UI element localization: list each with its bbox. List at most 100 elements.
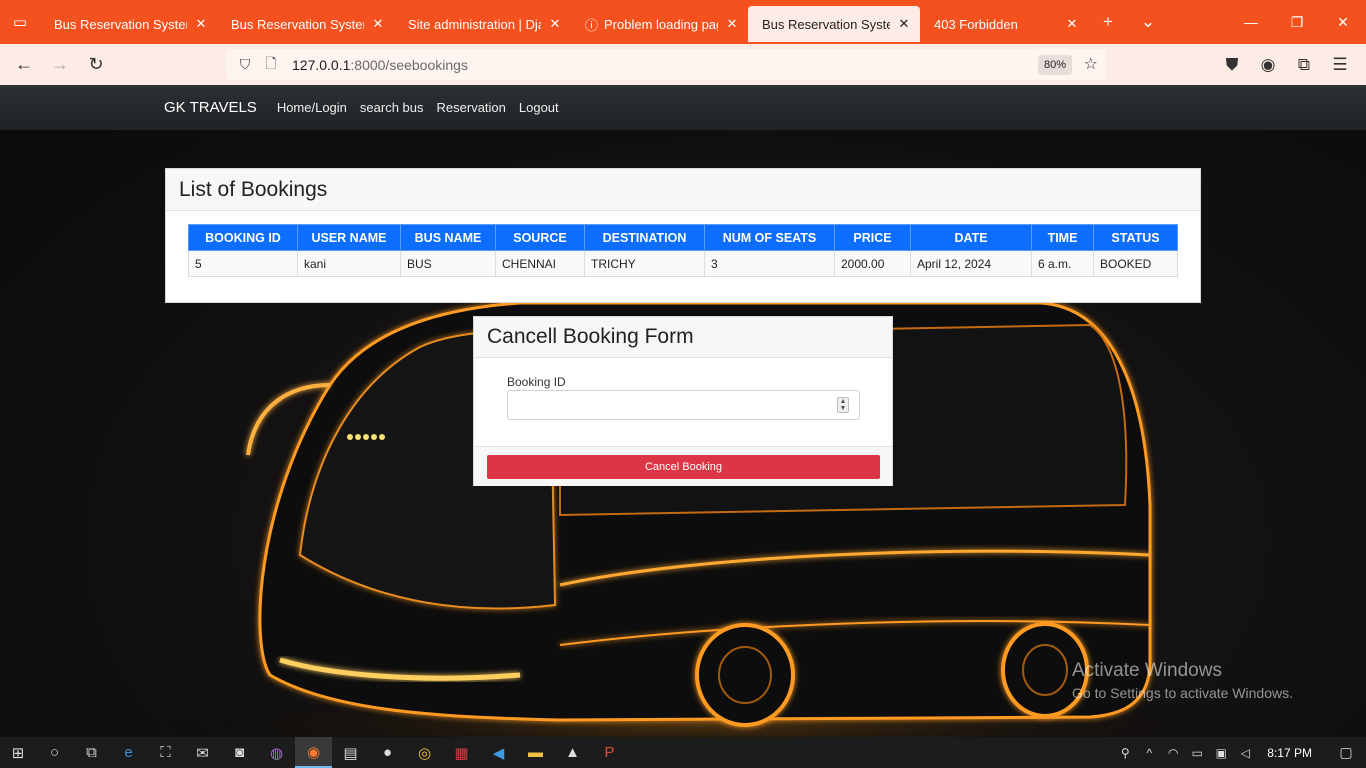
camera-icon[interactable]: ◙ (221, 737, 258, 768)
browser-tab[interactable]: 403 Forbidden ✕ (920, 6, 1088, 42)
activate-windows-watermark: Activate Windows Go to Settings to activ… (1072, 660, 1293, 701)
table-cell: 5 (188, 250, 298, 277)
close-icon[interactable]: ✕ (896, 16, 912, 32)
archive-app-icon[interactable]: ▦ (443, 737, 480, 768)
site-brand[interactable]: GK TRAVELS (164, 99, 257, 116)
extensions-icon[interactable]: ⧉ (1286, 47, 1322, 83)
back-icon[interactable]: ← (6, 47, 42, 83)
column-header: TIME (1031, 224, 1094, 251)
task-view-icon[interactable]: ⧉ (73, 737, 110, 768)
table-cell: kani (297, 250, 401, 277)
page-info-icon[interactable]: 🗋 (258, 53, 284, 77)
watermark-subtitle: Go to Settings to activate Windows. (1072, 685, 1293, 701)
table-cell: 2000.00 (834, 250, 911, 277)
tab-list-icon[interactable]: ▭ (0, 0, 40, 44)
table-cell: 3 (704, 250, 835, 277)
browser-tab-active[interactable]: Bus Reservation System in ✕ (748, 6, 920, 42)
new-tab-icon[interactable]: + (1088, 0, 1128, 44)
browser-tab[interactable]: Bus Reservation System in ✕ (40, 6, 217, 42)
notification-icon[interactable]: ▢ (1326, 737, 1366, 768)
browser-tab[interactable]: ⓘ Problem loading page ✕ (571, 6, 748, 42)
close-window-icon[interactable]: ✕ (1320, 0, 1366, 44)
table-cell: TRICHY (584, 250, 705, 277)
page-content: GK TRAVELS Home/Login search bus Reserva… (0, 85, 1366, 737)
chevron-down-icon[interactable]: ⌄ (1128, 0, 1168, 44)
minimize-icon[interactable]: — (1228, 0, 1274, 44)
column-header: USER NAME (297, 224, 401, 251)
browser-tab[interactable]: Site administration | Djang ✕ (394, 6, 571, 42)
firefox-icon[interactable]: ◉ (295, 737, 332, 768)
file-explorer-icon[interactable]: ▬ (517, 737, 554, 768)
battery-icon[interactable]: ▭ (1185, 737, 1209, 768)
nav-link-logout[interactable]: Logout (519, 100, 559, 115)
info-icon: ⓘ (585, 17, 599, 33)
cancel-form-footer: Cancel Booking (474, 446, 892, 486)
cancel-booking-button[interactable]: Cancel Booking (487, 455, 880, 479)
tab-title: Bus Reservation System in (762, 16, 890, 32)
address-bar[interactable]: ⛉ 🗋 127.0.0.1:8000/seebookings 80% ☆ (226, 49, 1106, 80)
url-host: 127.0.0.1 (292, 56, 351, 73)
chevron-up-icon[interactable]: ^ (1137, 737, 1161, 768)
bookmark-star-icon[interactable]: ☆ (1084, 54, 1098, 74)
bookings-card: List of Bookings BOOKING ID USER NAME BU… (165, 168, 1201, 303)
chrome-icon[interactable]: ◎ (406, 737, 443, 768)
tab-title: Site administration | Djang (408, 16, 541, 32)
nav-link-search-bus[interactable]: search bus (360, 100, 424, 115)
shield-icon[interactable]: ⛉ (232, 56, 258, 73)
mail-icon[interactable]: ✉ (184, 737, 221, 768)
table-cell: 6 a.m. (1031, 250, 1094, 277)
url-path: :8000/seebookings (350, 56, 468, 73)
nav-link-home-login[interactable]: Home/Login (277, 100, 347, 115)
bookings-table: BOOKING ID USER NAME BUS NAME SOURCE DES… (188, 224, 1178, 277)
close-icon[interactable]: ✕ (370, 16, 386, 32)
tab-title: 403 Forbidden (934, 16, 1018, 32)
tab-title: Problem loading page (604, 16, 718, 32)
reload-icon[interactable]: ↻ (78, 47, 114, 83)
people-icon[interactable]: ⚲ (1113, 737, 1137, 768)
close-icon[interactable]: ✕ (547, 16, 563, 32)
close-icon[interactable]: ✕ (724, 16, 740, 32)
github-icon[interactable]: ● (369, 737, 406, 768)
tab-title: Bus Reservation System in (54, 16, 187, 32)
pocket-icon[interactable]: ⛊ (1214, 47, 1250, 83)
system-tray: ⚲ ^ ◠ ▭ ▣ ◁ 8:17 PM ▢ (1113, 737, 1366, 768)
column-header: BUS NAME (400, 224, 496, 251)
close-icon[interactable]: ✕ (193, 16, 209, 32)
number-stepper-icon[interactable]: ▲ ▼ (837, 397, 849, 413)
column-header: NUM OF SEATS (704, 224, 835, 251)
menu-icon[interactable]: ☰ (1322, 47, 1358, 83)
wifi-icon[interactable]: ◠ (1161, 737, 1185, 768)
restore-icon[interactable]: ❐ (1274, 0, 1320, 44)
taskbar: ⊞ ○ ⧉ e ⛶ ✉ ◙ ◍ ◉ ▤ ● ◎ ▦ ◀ ▬ ▲ P ⚲ ^ ◠ … (0, 737, 1366, 768)
table-cell: BOOKED (1093, 250, 1178, 277)
tab-title: Bus Reservation System in (231, 16, 364, 32)
url-text[interactable]: 127.0.0.1:8000/seebookings (292, 57, 468, 73)
booking-id-input[interactable]: ▲ ▼ (507, 390, 860, 420)
edge-icon[interactable]: e (110, 737, 147, 768)
media-app-icon[interactable]: ◍ (258, 737, 295, 768)
zoom-badge[interactable]: 80% (1037, 55, 1072, 75)
nav-link-reservation[interactable]: Reservation (437, 100, 506, 115)
browser-toolbar: ← → ↻ ⛉ 🗋 127.0.0.1:8000/seebookings 80%… (0, 44, 1366, 85)
close-icon[interactable]: ✕ (1064, 16, 1080, 32)
column-header: SOURCE (495, 224, 585, 251)
vscode-icon[interactable]: ◀ (480, 737, 517, 768)
security-icon[interactable]: ▣ (1209, 737, 1233, 768)
table-cell: BUS (400, 250, 496, 277)
volume-icon[interactable]: ◁ (1233, 737, 1257, 768)
bookings-title: List of Bookings (166, 169, 1200, 211)
table-row: 5 kani BUS CHENNAI TRICHY 3 2000.00 Apri… (188, 250, 1178, 277)
account-icon[interactable]: ◉ (1250, 47, 1286, 83)
forward-icon[interactable]: → (42, 47, 78, 83)
terminal-icon[interactable]: ▤ (332, 737, 369, 768)
search-icon[interactable]: ○ (36, 737, 73, 768)
booking-id-label: Booking ID (507, 375, 566, 389)
windows-start-icon[interactable]: ⊞ (0, 737, 36, 768)
store-icon[interactable]: ⛶ (147, 737, 184, 768)
powerpoint-icon[interactable]: P (591, 737, 628, 768)
photos-icon[interactable]: ▲ (554, 737, 591, 768)
browser-tab[interactable]: Bus Reservation System in ✕ (217, 6, 394, 42)
column-header: DESTINATION (584, 224, 705, 251)
taskbar-clock[interactable]: 8:17 PM (1267, 746, 1312, 760)
tab-strip: ▭ Bus Reservation System in ✕ Bus Reserv… (0, 0, 1366, 44)
